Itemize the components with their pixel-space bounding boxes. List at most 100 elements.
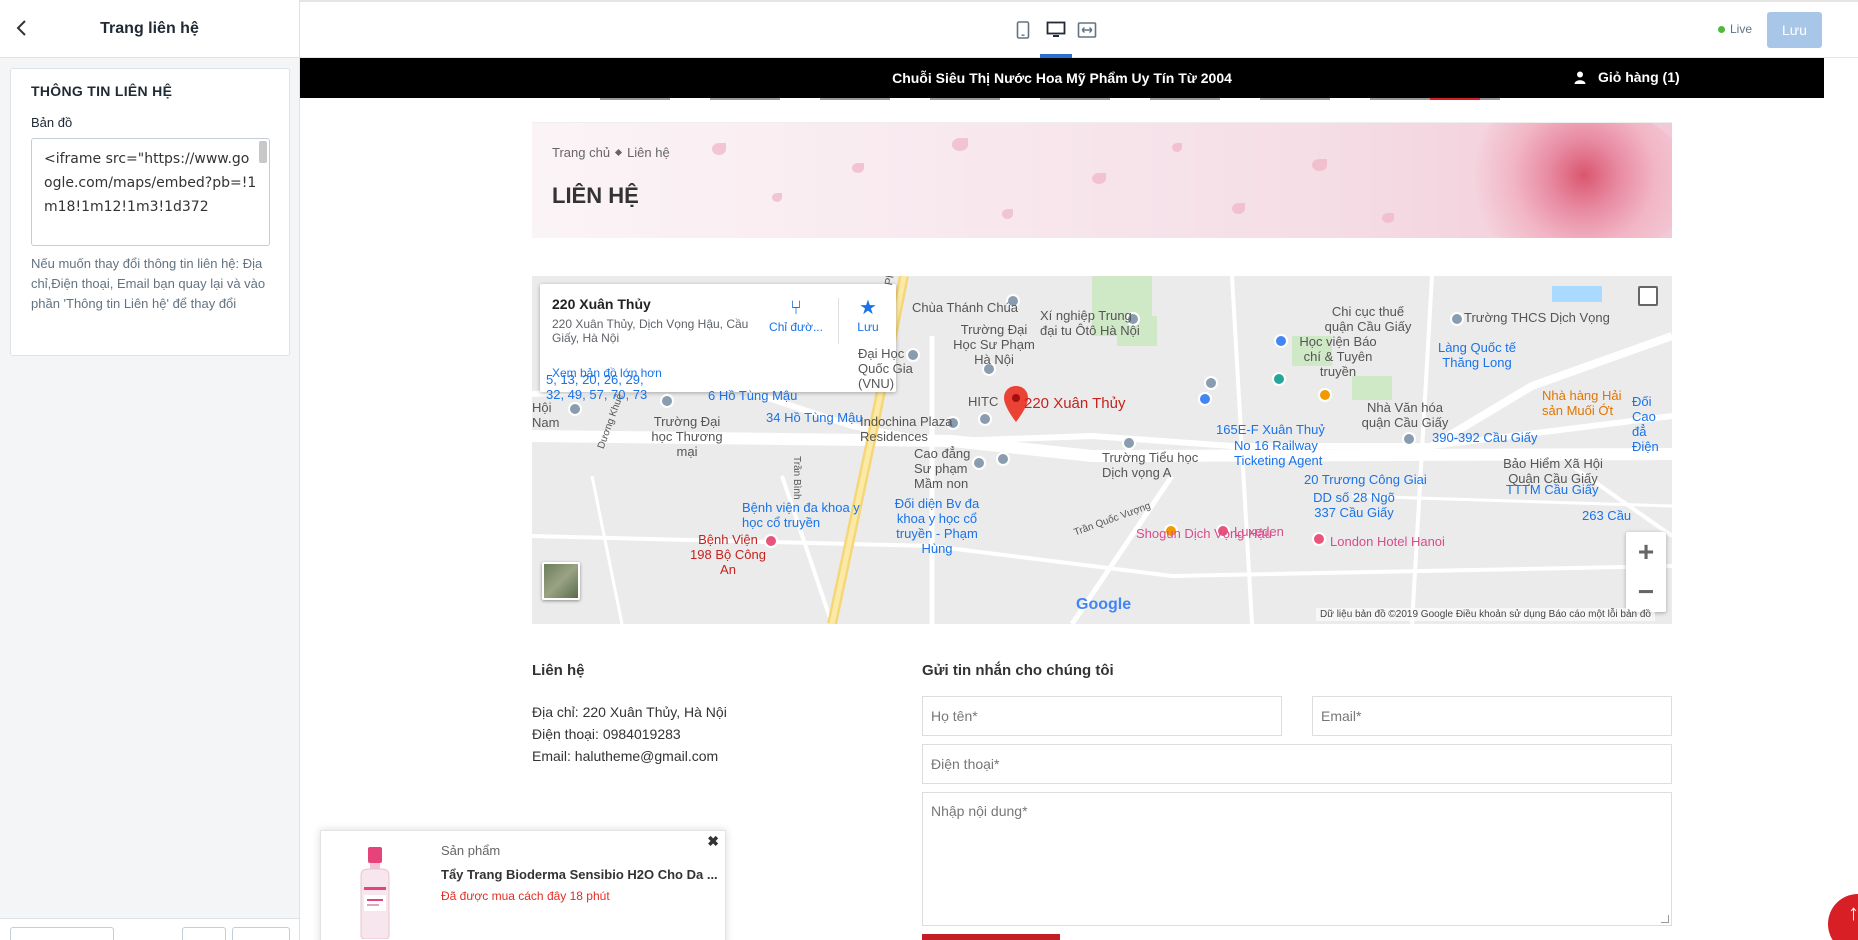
google-map[interactable]: 220 Xuân Thủy 220 Xuân Thủy, Dịch Vọng H…	[532, 276, 1672, 624]
textarea-scrollbar[interactable]	[259, 141, 267, 163]
map-label: Trường Đại Học Sư Phạm Hà Nội	[953, 322, 1035, 367]
map-label: Đối diện Bv đa khoa y học cổ truyền - Ph…	[894, 496, 980, 556]
zoom-in-icon[interactable]: +	[1626, 532, 1666, 572]
help-text: Nếu muốn thay đổi thông tin liên hệ: Địa…	[31, 256, 266, 311]
breadcrumb-home[interactable]: Trang chủ	[552, 145, 610, 160]
directions-label: Chỉ đườ...	[769, 320, 823, 334]
name-input[interactable]: Họ tên*	[922, 696, 1282, 736]
popup-product-name[interactable]: Tẩy Trang Bioderma Sensibio H2O Cho Da .…	[441, 867, 718, 882]
page-title: LIÊN HỆ	[552, 183, 639, 208]
bus-stop-label: 390-392 Cầu Giấy	[1432, 430, 1538, 445]
submit-button[interactable]	[922, 934, 1060, 940]
mobile-icon[interactable]	[1012, 20, 1034, 40]
live-status: Live	[1718, 22, 1752, 36]
map-label: Chùa Thánh Chúa	[912, 300, 1019, 315]
poi-pin-icon	[1204, 376, 1218, 390]
user-icon	[1574, 71, 1586, 84]
petal-decoration	[852, 163, 864, 173]
desktop-icon[interactable]	[1045, 20, 1067, 40]
save-button[interactable]: Lưu	[1767, 12, 1822, 48]
poi-pin-icon	[1402, 432, 1416, 446]
editor-toolbar: Live Lưu	[300, 0, 1858, 58]
footer-theme-button[interactable]	[10, 927, 114, 940]
contact-info-card: THÔNG TIN LIÊN HỆ Bản đồ <iframe src="ht…	[10, 68, 290, 356]
map-label: London Hotel Hanoi	[1330, 534, 1445, 549]
resize-handle-icon[interactable]	[1661, 915, 1669, 923]
editor-title: Trang liên hệ	[100, 19, 199, 37]
map-embed-value: <iframe src="https://www.google.com/maps…	[44, 151, 257, 215]
recent-purchase-popup[interactable]: ✖ Sản phẩm Tẩy Trang Bioderma Sensibio H…	[320, 830, 726, 940]
map-label: Nhà hàng Hải sản Muối Ớt	[1542, 388, 1622, 418]
close-icon[interactable]: ✖	[707, 833, 719, 850]
google-logo: Google	[1076, 596, 1132, 613]
popup-label: Sản phẩm	[441, 843, 501, 858]
map-label: Đối Cao đẳ Điện	[1632, 394, 1659, 454]
cart-link[interactable]: Giỏ hàng (1)	[1574, 69, 1680, 85]
breadcrumb-separator-icon	[615, 148, 623, 157]
breadcrumb-current: Liên hệ	[627, 145, 670, 160]
back-arrow-icon[interactable]	[12, 18, 34, 40]
contact-phone: Điện thoại: 0984019283	[532, 726, 681, 742]
bus-stop-label: 165E-F Xuân Thuỷ	[1216, 422, 1325, 437]
zoom-controls: + −	[1626, 532, 1666, 612]
petal-decoration	[1172, 143, 1182, 152]
marker-label: 220 Xuân Thủy	[1024, 395, 1126, 412]
message-placeholder: Nhập nội dung*	[931, 803, 1028, 819]
nav-strip	[600, 98, 1500, 102]
footer-redo-button[interactable]	[232, 927, 290, 940]
phone-input[interactable]: Điện thoại*	[922, 744, 1672, 784]
live-label: Live	[1730, 22, 1753, 36]
place-name: 220 Xuân Thủy	[552, 296, 651, 312]
bus-stop-label: DD số 28 Ngõ 337 Cầu Giấy	[1313, 490, 1395, 520]
bus-stop-label: 5, 13, 20, 26, 29, 32, 49, 57, 70, 73	[546, 372, 648, 402]
map-label: 263 Cầu	[1582, 508, 1632, 523]
petal-decoration	[1092, 173, 1106, 184]
site-topbar: Chuỗi Siêu Thị Nước Hoa Mỹ Phẩm Uy Tín T…	[300, 58, 1824, 98]
map-label: Chi cục thuế quận Cầu Giấy	[1324, 304, 1412, 334]
star-icon: ★	[859, 297, 877, 319]
map-embed-textarea[interactable]: <iframe src="https://www.google.com/maps…	[31, 138, 270, 246]
petal-decoration	[1312, 159, 1327, 171]
poi-pin-icon	[1450, 312, 1464, 326]
card-divider	[838, 298, 839, 344]
breadcrumb: Trang chủ Liên hệ	[552, 145, 670, 160]
site-preview: Chuỗi Siêu Thị Nước Hoa Mỹ Phẩm Uy Tín T…	[300, 58, 1858, 940]
directions-icon: ⑂	[790, 297, 802, 319]
bus-stop-label: No 16 Railway Ticketing Agent	[1234, 438, 1323, 468]
poi-pin-icon	[1312, 532, 1326, 546]
place-address: 220 Xuân Thủy, Dịch Vọng Hậu, Cầu Giấy, …	[552, 317, 749, 345]
contact-address: Địa chỉ: 220 Xuân Thủy, Hà Nội	[532, 704, 727, 720]
save-place-button[interactable]: ★ Lưu	[850, 296, 886, 334]
poi-pin-icon	[568, 402, 582, 416]
map-label: Bệnh viện đa khoa y học cổ truyền	[742, 500, 860, 530]
poi-pin-icon	[1318, 388, 1332, 402]
petal-decoration	[1002, 209, 1013, 219]
poi-pin-icon	[1198, 392, 1212, 406]
fullwidth-icon[interactable]	[1076, 20, 1098, 40]
map-label: Trường Tiểu học Dịch vọng A	[1102, 450, 1199, 480]
live-dot-icon	[1718, 25, 1725, 33]
cart-label: Giỏ hàng (1)	[1598, 69, 1680, 85]
map-field-label: Bản đồ	[31, 115, 73, 130]
contact-title: Liên hệ	[532, 662, 585, 679]
email-input[interactable]: Email*	[1312, 696, 1672, 736]
footer-undo-button[interactable]	[182, 927, 226, 940]
map-attribution[interactable]: Dữ liệu bản đồ ©2019 Google Điều khoản s…	[1316, 608, 1655, 621]
map-label: Đại Học Quốc Gia (VNU)	[858, 346, 913, 391]
message-textarea[interactable]: Nhập nội dung*	[922, 792, 1672, 926]
editor-sidebar: Trang liên hệ THÔNG TIN LIÊN HỆ Bản đồ <…	[0, 0, 300, 940]
fullscreen-icon[interactable]	[1638, 286, 1658, 306]
petal-decoration	[712, 143, 726, 155]
form-title: Gửi tin nhắn cho chúng tôi	[922, 662, 1114, 679]
directions-button[interactable]: ⑂ Chỉ đườ...	[768, 296, 824, 334]
poi-pin-icon	[978, 412, 992, 426]
poi-pin-icon	[996, 452, 1010, 466]
petal-decoration	[1382, 213, 1394, 223]
petal-decoration	[1232, 203, 1245, 214]
zoom-out-icon[interactable]: −	[1626, 572, 1666, 612]
petal-decoration	[952, 138, 968, 151]
name-placeholder: Họ tên*	[931, 708, 978, 724]
email-placeholder: Email*	[1321, 708, 1362, 724]
map-label: Nhà Văn hóa quận Cầu Giấy	[1361, 400, 1449, 430]
satellite-toggle-icon[interactable]	[542, 562, 580, 600]
